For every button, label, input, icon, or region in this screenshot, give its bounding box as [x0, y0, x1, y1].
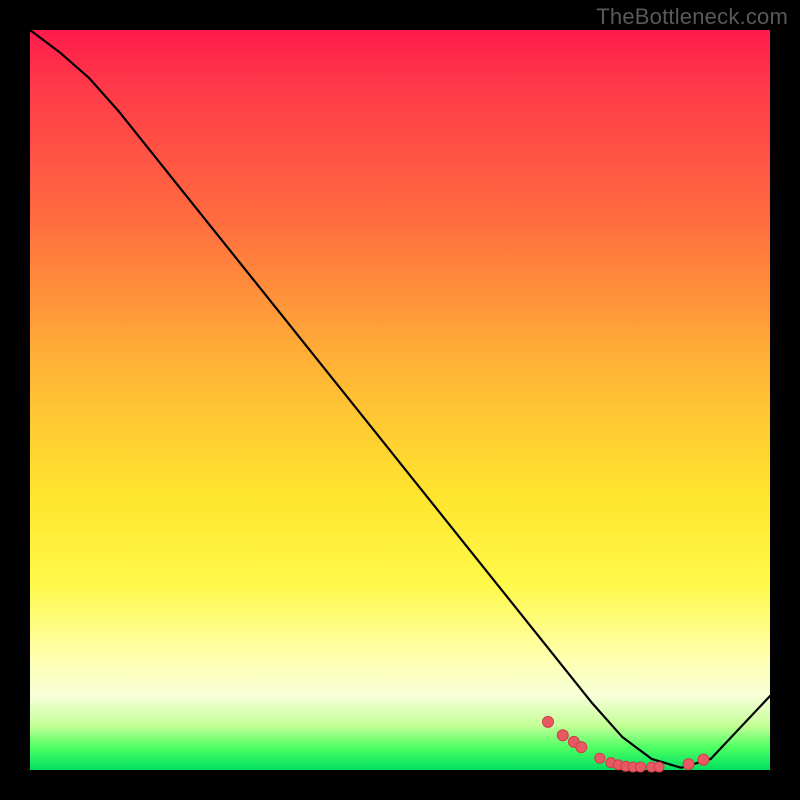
chart-svg	[30, 30, 770, 770]
marker-dot	[557, 730, 568, 741]
marker-dots	[543, 716, 709, 772]
marker-dot	[543, 716, 554, 727]
marker-dot	[636, 762, 646, 772]
marker-dot	[576, 742, 587, 753]
marker-dot	[595, 753, 605, 763]
marker-dot	[698, 754, 709, 765]
plot-area	[30, 30, 770, 770]
marker-dot	[683, 759, 694, 770]
marker-dot	[654, 762, 664, 772]
bottleneck-curve	[30, 30, 770, 768]
watermark-text: TheBottleneck.com	[596, 4, 788, 30]
chart-frame: TheBottleneck.com	[0, 0, 800, 800]
